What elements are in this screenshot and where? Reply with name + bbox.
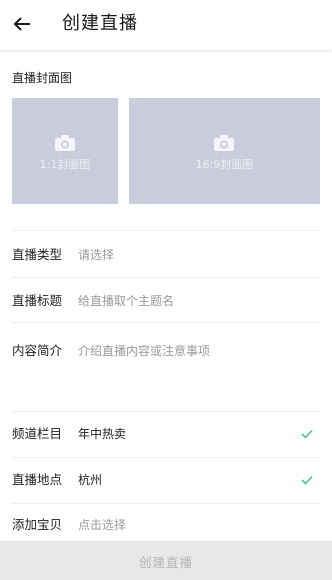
cover-upload-square[interactable]: 1:1封面图 (12, 98, 118, 204)
cover-square-caption: 1:1封面图 (39, 158, 91, 171)
camera-icon (55, 135, 75, 151)
type-select[interactable]: 请选择 (78, 247, 114, 263)
check-icon (301, 475, 313, 485)
back-button[interactable] (10, 11, 36, 37)
top-bar: 创建直播 (0, 0, 332, 50)
divider (12, 322, 320, 323)
live-title-input[interactable]: 给直播取个主题名 (78, 293, 174, 309)
location-select[interactable]: 杭州 (78, 472, 102, 488)
goods-label: 添加宝贝 (12, 517, 63, 532)
arrow-left-icon (13, 17, 30, 31)
goods-select[interactable]: 点击选择 (78, 517, 126, 533)
create-live-button-label: 创建直播 (138, 555, 193, 570)
intro-input[interactable]: 介绍直播内容或注意事项 (78, 343, 210, 359)
cover-section-title: 直播封面图 (12, 71, 73, 85)
divider (12, 277, 320, 278)
divider (12, 457, 320, 458)
divider (12, 503, 320, 504)
live-title-label: 直播标题 (12, 293, 63, 308)
type-label: 直播类型 (12, 247, 63, 262)
divider (12, 411, 320, 412)
location-label: 直播地点 (12, 472, 63, 487)
page-title: 创建直播 (62, 13, 138, 34)
intro-label: 内容简介 (12, 343, 63, 358)
channel-select[interactable]: 年中热卖 (78, 426, 126, 442)
check-icon (301, 429, 313, 439)
divider (12, 230, 320, 231)
create-live-button[interactable]: 创建直播 (0, 541, 332, 580)
camera-icon (214, 135, 234, 151)
channel-label: 频道栏目 (12, 426, 63, 441)
cover-upload-wide[interactable]: 16:9封面图 (129, 98, 320, 204)
cover-wide-caption: 16:9封面图 (195, 158, 254, 171)
